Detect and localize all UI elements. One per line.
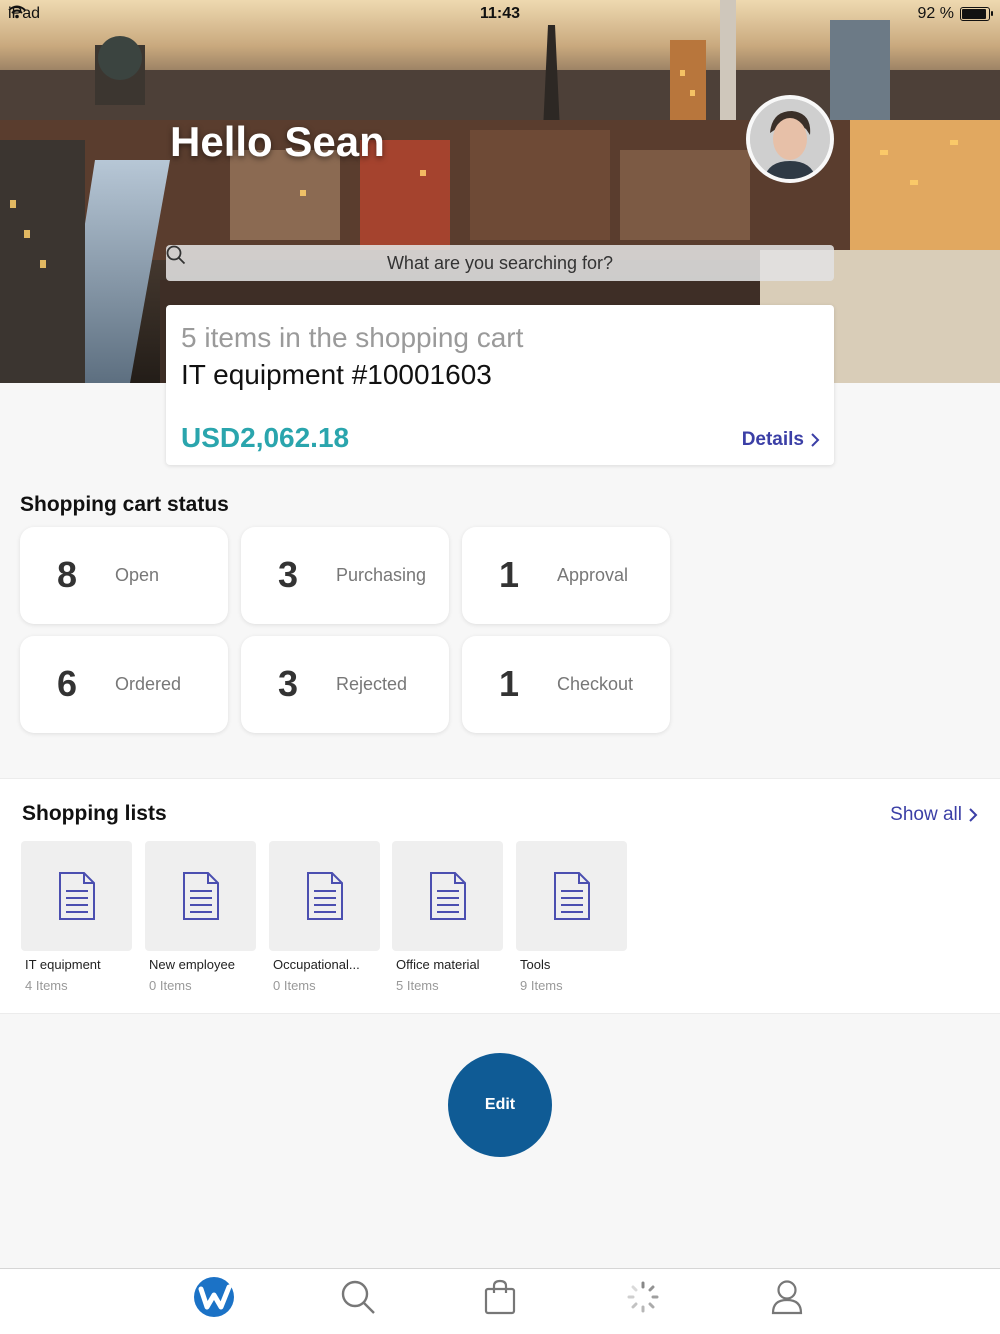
document-icon xyxy=(553,872,590,920)
list-thumbnail xyxy=(392,841,503,951)
loading-spinner-icon xyxy=(627,1281,659,1313)
document-icon xyxy=(58,872,95,920)
tab-home[interactable] xyxy=(190,1273,238,1321)
list-thumbnail xyxy=(269,841,380,951)
document-icon xyxy=(182,872,219,920)
edit-button[interactable]: Edit xyxy=(448,1053,552,1157)
status-count: 3 xyxy=(278,554,299,595)
show-all-label: Show all xyxy=(890,804,962,825)
tab-profile[interactable] xyxy=(763,1273,811,1321)
list-name: Occupational... xyxy=(273,957,360,972)
status-tile-rejected[interactable]: 3 Rejected xyxy=(241,636,449,733)
search-icon xyxy=(166,245,186,265)
list-name: Office material xyxy=(396,957,480,972)
list-item-tools[interactable]: Tools 9 Items xyxy=(516,841,627,993)
battery-icon xyxy=(960,7,993,21)
show-all-link[interactable]: Show all xyxy=(890,804,978,826)
list-item-occupational[interactable]: Occupational... 0 Items xyxy=(269,841,380,993)
status-label: Open xyxy=(115,565,160,585)
list-item-office-material[interactable]: Office material 5 Items xyxy=(392,841,503,993)
status-count: 8 xyxy=(57,554,78,595)
cart-item-count: 5 items in the shopping cart xyxy=(181,322,524,353)
status-count: 3 xyxy=(278,663,299,704)
status-tile-checkout[interactable]: 1 Checkout xyxy=(462,636,670,733)
status-section-title: Shopping cart status xyxy=(20,493,229,516)
status-count: 1 xyxy=(499,663,520,704)
cart-title: IT equipment #10001603 xyxy=(181,359,492,390)
chevron-right-icon xyxy=(969,808,978,822)
status-label: Approval xyxy=(557,565,629,585)
list-item-new-employee[interactable]: New employee 0 Items xyxy=(145,841,256,993)
search-placeholder: What are you searching for? xyxy=(386,252,614,273)
list-thumbnail xyxy=(21,841,132,951)
cart-total-price: USD2,062.18 xyxy=(181,422,350,453)
list-thumbnail xyxy=(145,841,256,951)
battery-percent: 92 % xyxy=(917,5,954,22)
home-logo-icon xyxy=(194,1277,234,1317)
status-tile-open[interactable]: 8 Open xyxy=(20,527,228,624)
status-tile-approval[interactable]: 1 Approval xyxy=(462,527,670,624)
list-count: 9 Items xyxy=(520,978,563,993)
status-time: 11:43 xyxy=(479,5,521,22)
status-tile-ordered[interactable]: 6 Ordered xyxy=(20,636,228,733)
battery-fill xyxy=(962,9,986,19)
shopping-bag-icon xyxy=(484,1279,516,1315)
list-count: 0 Items xyxy=(273,978,316,993)
details-link[interactable]: Details xyxy=(742,429,820,451)
list-name: New employee xyxy=(149,957,235,972)
tab-search[interactable] xyxy=(334,1273,382,1321)
search-icon xyxy=(341,1280,375,1314)
list-count: 0 Items xyxy=(149,978,192,993)
shopping-cart-card[interactable]: 5 items in the shopping cart IT equipmen… xyxy=(166,305,834,465)
avatar[interactable] xyxy=(746,95,834,183)
profile-photo-icon xyxy=(750,99,830,179)
chevron-right-icon xyxy=(811,433,820,447)
document-icon xyxy=(306,872,343,920)
tab-activity[interactable] xyxy=(619,1273,667,1321)
status-label: Rejected xyxy=(336,674,408,694)
tab-cart[interactable] xyxy=(476,1273,524,1321)
document-icon xyxy=(429,872,466,920)
list-count: 4 Items xyxy=(25,978,68,993)
status-label: Ordered xyxy=(115,674,182,694)
lists-section-title: Shopping lists xyxy=(22,802,167,825)
greeting-title: Hello Sean xyxy=(170,118,385,165)
details-label: Details xyxy=(741,429,804,450)
status-bar: iPad 11:43 92 % xyxy=(0,0,1000,28)
status-count: 6 xyxy=(57,663,78,704)
profile-icon xyxy=(771,1280,803,1315)
status-label: Purchasing xyxy=(336,565,427,585)
status-right: 92 % xyxy=(917,5,993,23)
list-name: IT equipment xyxy=(25,957,101,972)
status-count: 1 xyxy=(499,554,520,595)
list-count: 5 Items xyxy=(396,978,439,993)
list-name: Tools xyxy=(520,957,551,972)
status-tile-purchasing[interactable]: 3 Purchasing xyxy=(241,527,449,624)
shopping-lists-panel: Shopping lists Show all IT equipment 4 I… xyxy=(0,778,1000,1014)
status-label: Checkout xyxy=(557,674,634,694)
tab-bar xyxy=(0,1268,1000,1334)
list-thumbnail xyxy=(516,841,627,951)
search-input[interactable]: What are you searching for? xyxy=(166,245,834,281)
list-item-it-equipment[interactable]: IT equipment 4 Items xyxy=(21,841,132,993)
